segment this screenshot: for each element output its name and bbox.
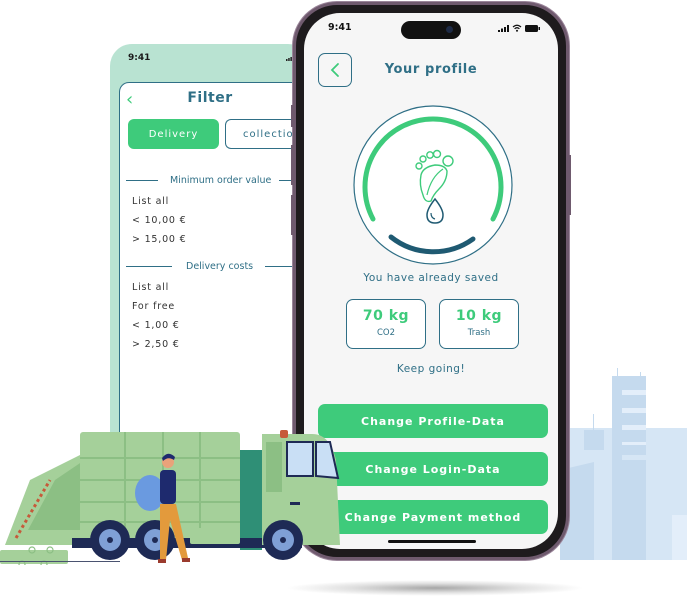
battery-icon [525,25,540,32]
option-above-15[interactable]: > 15,00 € [132,234,186,245]
truck-wheel [263,520,303,560]
change-login-data-button[interactable]: Change Login-Data [318,452,548,486]
stat-label: Trash [467,328,491,338]
encouragement-text: Keep going! [396,363,466,375]
tab-delivery[interactable]: Delivery [128,119,219,149]
section-heading-delivery-costs: Delivery costs [126,261,310,272]
volume-up-button [291,145,294,185]
change-payment-method-button[interactable]: Change Payment method [318,500,548,534]
stat-co2: 70 kg CO2 [346,299,426,349]
page-title: Filter [187,90,233,106]
stat-value: 10 kg [455,308,503,324]
option-list-all[interactable]: List all [132,282,169,293]
filter-phone: 9:41 ‹ Filter Delivery collection Minimu… [110,44,310,444]
option-above-2-50[interactable]: > 2,50 € [132,339,180,350]
status-time: 9:41 [128,53,151,63]
home-indicator[interactable] [388,540,476,543]
garbage-truck-illustration [0,430,340,565]
page-title: Your profile [384,62,478,77]
volume-down-button [291,195,294,235]
stat-value: 70 kg [362,308,410,324]
dynamic-island [401,21,461,39]
option-list-all[interactable]: List all [132,196,169,207]
stat-trash: 10 kg Trash [439,299,519,349]
option-below-10[interactable]: < 10,00 € [132,215,186,226]
change-profile-data-button[interactable]: Change Profile-Data [318,404,548,438]
filter-screen: ‹ Filter Delivery collection Minimum ord… [119,82,310,444]
truck-wheel [90,520,130,560]
power-button [568,155,571,215]
phone-shadow [285,580,585,596]
status-time: 9:41 [328,22,352,33]
gauge-outline [353,105,513,265]
mute-switch [291,105,294,127]
option-below-1[interactable]: < 1,00 € [132,320,180,331]
wifi-icon [512,24,522,32]
section-heading-minimum-order: Minimum order value [126,175,310,186]
camera-icon [446,26,453,33]
saved-label: You have already saved [363,272,499,284]
signal-icon [498,25,509,32]
stat-label: CO2 [376,328,396,338]
savings-gauge [353,105,513,265]
ground-line [0,561,120,562]
status-icons [498,24,540,32]
option-for-free[interactable]: For free [132,301,175,312]
